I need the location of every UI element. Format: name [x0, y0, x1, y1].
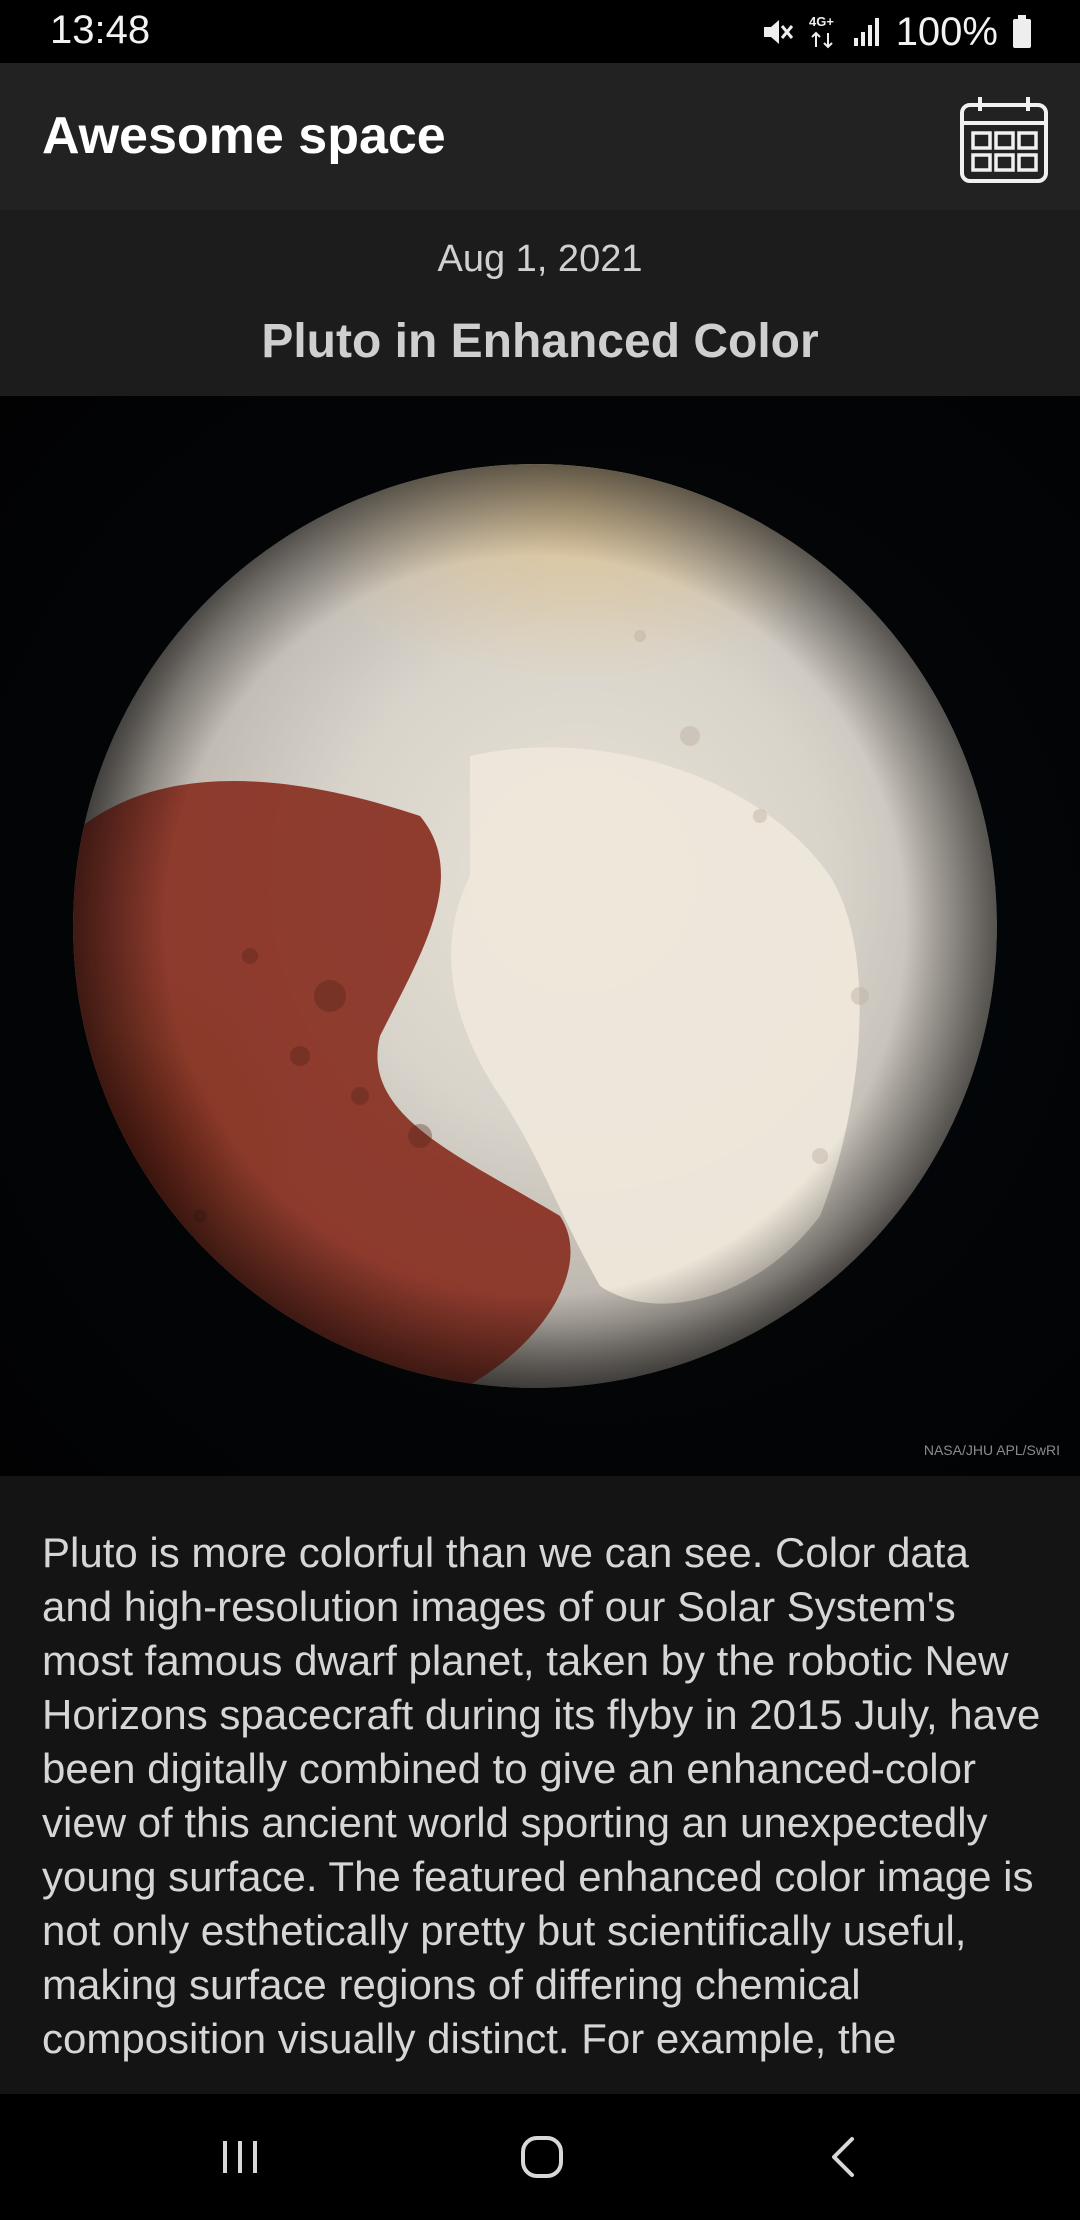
- image-credit: NASA/JHU APL/SwRI: [923, 1442, 1060, 1458]
- apod-date: Aug 1, 2021: [437, 238, 643, 280]
- status-bar: 13:48 4G+ 100%: [0, 0, 1080, 63]
- home-icon: [521, 2136, 563, 2178]
- description-area[interactable]: Pluto is more colorful than we can see. …: [0, 1476, 1080, 2094]
- status-time: 13:48: [50, 8, 151, 52]
- network-4g-icon: 4G+: [808, 13, 838, 51]
- recents-icon: [223, 2141, 257, 2173]
- calendar-button[interactable]: [958, 93, 1050, 185]
- home-button[interactable]: [502, 2122, 582, 2192]
- network-label: 4G+: [809, 14, 834, 29]
- app-bar: Awesome space: [0, 63, 1080, 210]
- mute-icon: [760, 15, 794, 49]
- apod-image[interactable]: NASA/JHU APL/SwRI: [0, 396, 1080, 1476]
- recents-button[interactable]: [200, 2122, 280, 2192]
- back-icon: [832, 2137, 854, 2177]
- calendar-icon: [960, 97, 1048, 183]
- battery-icon: [1012, 15, 1032, 49]
- app-title: Awesome space: [42, 107, 446, 165]
- apod-description: Pluto is more colorful than we can see. …: [42, 1529, 1041, 2062]
- status-icons: 4G+ 100%: [760, 8, 1032, 56]
- pluto-image: [73, 464, 997, 1388]
- apod-title: Pluto in Enhanced Color: [261, 315, 819, 368]
- signal-icon: [852, 16, 882, 48]
- battery-percentage: 100%: [895, 9, 998, 54]
- back-button[interactable]: [804, 2122, 884, 2192]
- apod-header: Aug 1, 2021 Pluto in Enhanced Color: [0, 210, 1080, 396]
- navigation-bar: [0, 2094, 1080, 2220]
